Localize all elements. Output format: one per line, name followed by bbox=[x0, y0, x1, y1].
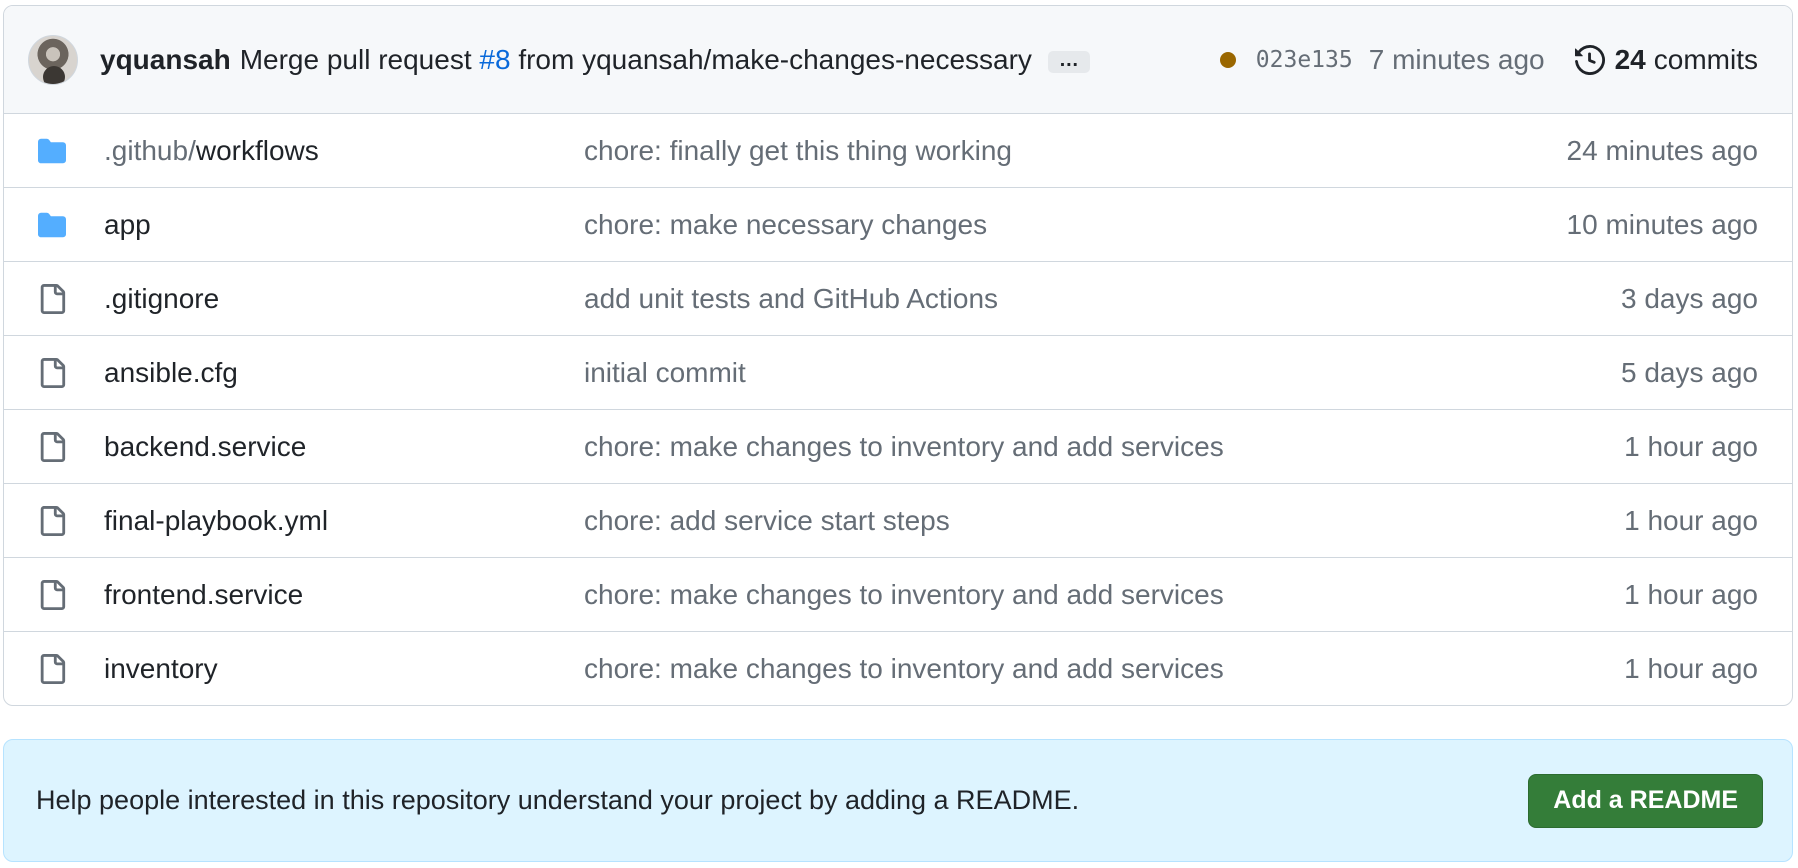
file-commit-age: 1 hour ago bbox=[1624, 578, 1758, 610]
file-name: workflows bbox=[195, 134, 319, 166]
file-commit-age: 1 hour ago bbox=[1624, 652, 1758, 684]
file-table: yquansah Merge pull request #8 from yqua… bbox=[3, 5, 1793, 706]
file-icon bbox=[34, 283, 70, 315]
file-icon-graphic bbox=[40, 653, 66, 684]
file-icon-graphic bbox=[40, 431, 66, 462]
file-name-link[interactable]: app bbox=[104, 209, 584, 241]
file-commit-age: 5 days ago bbox=[1621, 356, 1758, 388]
file-icon-graphic bbox=[40, 505, 66, 536]
readme-prompt-banner: Help people interested in this repositor… bbox=[3, 739, 1793, 862]
folder-icon bbox=[34, 135, 70, 167]
commit-time: 7 minutes ago bbox=[1368, 43, 1545, 75]
file-icon bbox=[34, 505, 70, 537]
file-row[interactable]: backend.service chore: make changes to in… bbox=[4, 409, 1792, 483]
file-name: app bbox=[104, 208, 151, 240]
file-name: final-playbook.yml bbox=[104, 504, 329, 536]
file-icon bbox=[34, 431, 70, 463]
file-row[interactable]: frontend.service chore: make changes to i… bbox=[4, 557, 1792, 631]
file-icon-graphic bbox=[40, 579, 66, 610]
add-readme-button[interactable]: Add a README bbox=[1528, 773, 1763, 828]
file-row[interactable]: ansible.cfg initial commit 5 days ago bbox=[4, 335, 1792, 409]
file-commit-message-link[interactable]: add unit tests and GitHub Actions bbox=[584, 283, 1621, 315]
pull-request-link[interactable]: #8 bbox=[479, 44, 510, 75]
latest-commit-bar: yquansah Merge pull request #8 from yqua… bbox=[4, 6, 1792, 114]
commit-message-suffix: from yquansah/make-changes-necessary bbox=[510, 43, 1032, 75]
file-name-link[interactable]: ansible.cfg bbox=[104, 357, 584, 389]
commit-count: 24 bbox=[1614, 43, 1646, 75]
file-commit-age: 3 days ago bbox=[1621, 282, 1758, 314]
file-name: inventory bbox=[104, 652, 218, 684]
file-icon bbox=[34, 653, 70, 685]
commit-message[interactable]: Merge pull request #8 from yquansah/make… bbox=[240, 44, 1032, 76]
file-name-link[interactable]: inventory bbox=[104, 653, 584, 685]
file-name-link[interactable]: .github/workflows bbox=[104, 135, 584, 167]
file-commit-message-link[interactable]: chore: finally get this thing working bbox=[584, 135, 1567, 167]
commit-history-link[interactable]: 24 commits bbox=[1574, 43, 1758, 76]
file-path-prefix: .github/ bbox=[104, 134, 196, 166]
folder-icon-graphic bbox=[38, 212, 66, 237]
file-name: backend.service bbox=[104, 430, 307, 462]
file-name-link[interactable]: final-playbook.yml bbox=[104, 505, 584, 537]
commit-sha-link[interactable]: 023e135 bbox=[1256, 47, 1353, 73]
folder-icon-graphic bbox=[38, 138, 66, 163]
file-commit-message-link[interactable]: chore: make changes to inventory and add… bbox=[584, 579, 1624, 611]
file-commit-age: 1 hour ago bbox=[1624, 504, 1758, 536]
file-icon-graphic bbox=[40, 283, 66, 314]
file-icon bbox=[34, 579, 70, 611]
commits-label: commits bbox=[1653, 43, 1758, 75]
commit-author-link[interactable]: yquansah bbox=[100, 44, 231, 76]
file-name: ansible.cfg bbox=[104, 356, 238, 388]
file-commit-message-link[interactable]: initial commit bbox=[584, 357, 1621, 389]
file-row[interactable]: app chore: make necessary changes 10 minut… bbox=[4, 187, 1792, 261]
file-commit-age: 1 hour ago bbox=[1624, 430, 1758, 462]
file-row[interactable]: inventory chore: make changes to inventor… bbox=[4, 631, 1792, 705]
file-commit-age: 10 minutes ago bbox=[1566, 208, 1758, 240]
file-name: .gitignore bbox=[104, 282, 220, 314]
file-icon bbox=[34, 357, 70, 389]
author-avatar[interactable] bbox=[28, 34, 78, 85]
file-name-link[interactable]: backend.service bbox=[104, 431, 584, 463]
file-row[interactable]: .github/workflows chore: finally get this… bbox=[4, 114, 1792, 187]
file-commit-message-link[interactable]: chore: add service start steps bbox=[584, 505, 1624, 537]
readme-prompt-text: Help people interested in this repositor… bbox=[36, 785, 1080, 815]
expand-commit-message-button[interactable]: … bbox=[1047, 50, 1090, 73]
file-commit-age: 24 minutes ago bbox=[1566, 134, 1758, 166]
file-icon-graphic bbox=[40, 357, 66, 388]
file-name-link[interactable]: .gitignore bbox=[104, 283, 584, 315]
repo-file-browser: yquansah Merge pull request #8 from yqua… bbox=[3, 5, 1793, 862]
file-list: .github/workflows chore: finally get this… bbox=[4, 114, 1792, 705]
commit-message-prefix: Merge pull request bbox=[239, 43, 480, 75]
file-row[interactable]: final-playbook.yml chore: add service sta… bbox=[4, 483, 1792, 557]
folder-icon bbox=[34, 209, 70, 241]
file-commit-message-link[interactable]: chore: make changes to inventory and add… bbox=[584, 653, 1624, 685]
file-name: frontend.service bbox=[104, 578, 304, 610]
commit-status-icon[interactable] bbox=[1219, 51, 1236, 68]
file-commit-message-link[interactable]: chore: make necessary changes bbox=[584, 209, 1567, 241]
file-commit-message-link[interactable]: chore: make changes to inventory and add… bbox=[584, 431, 1624, 463]
file-name-link[interactable]: frontend.service bbox=[104, 579, 584, 611]
file-row[interactable]: .gitignore add unit tests and GitHub Acti… bbox=[4, 261, 1792, 335]
history-icon bbox=[1574, 44, 1605, 75]
